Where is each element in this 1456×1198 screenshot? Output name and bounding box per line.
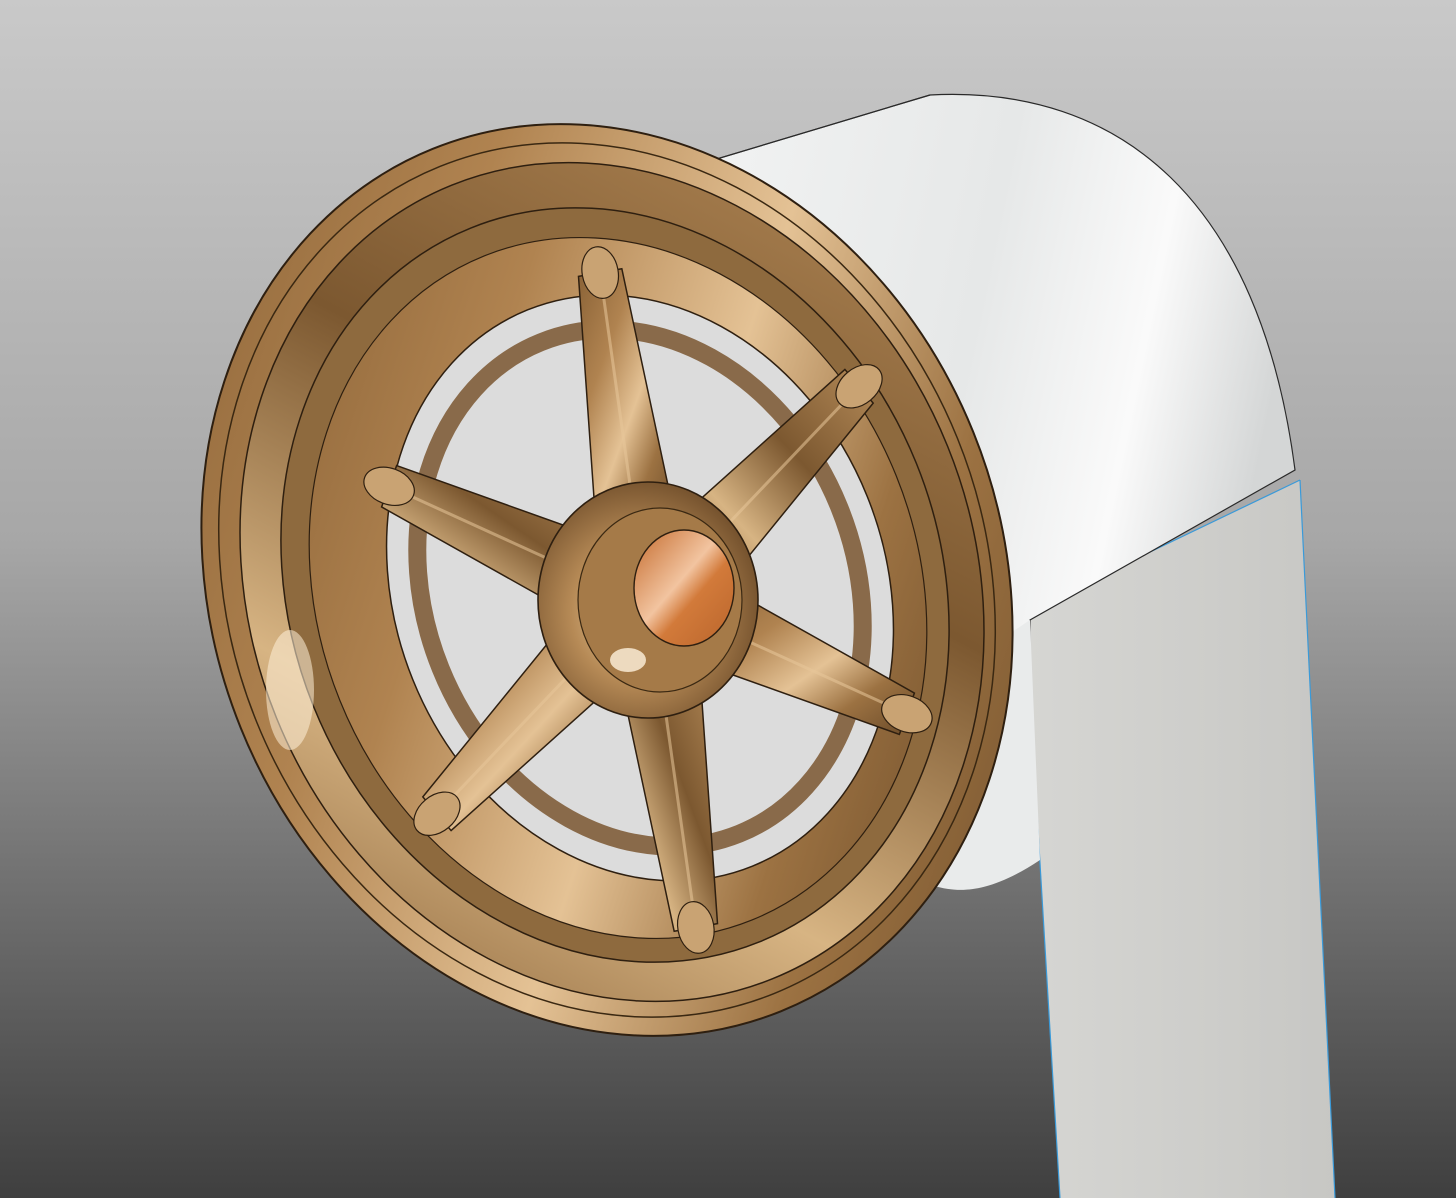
hub-bore bbox=[633, 529, 735, 647]
model-view-canvas[interactable] bbox=[0, 0, 1456, 1198]
cad-3d-viewport[interactable] bbox=[0, 0, 1456, 1198]
hub-highlight bbox=[610, 648, 646, 672]
rim-sheen bbox=[266, 630, 314, 750]
